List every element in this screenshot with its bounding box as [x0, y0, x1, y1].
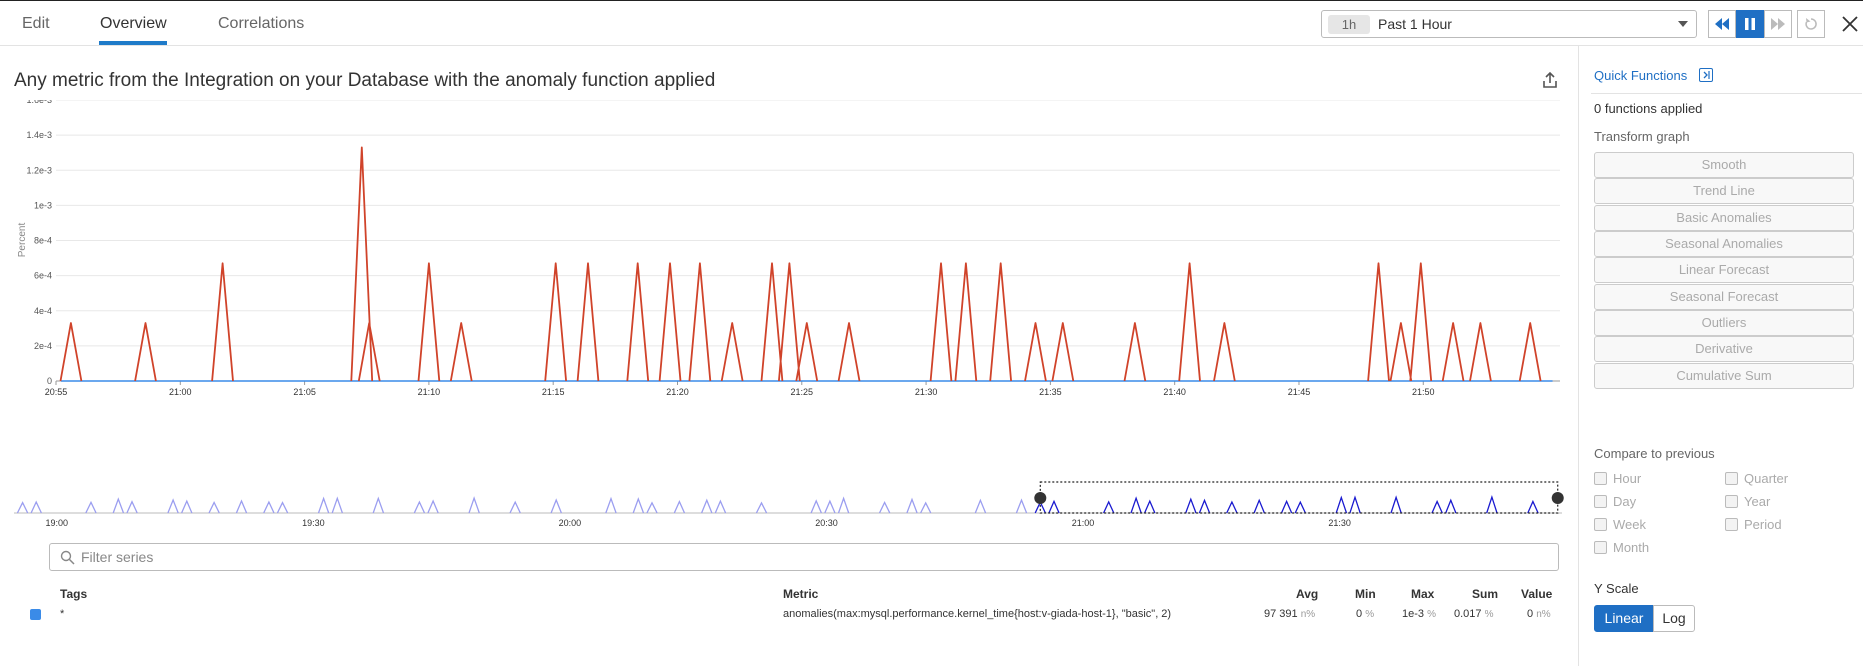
- x-tick-label: 21:25: [791, 387, 814, 397]
- compare-hour-checkbox[interactable]: Hour: [1594, 471, 1641, 486]
- outliers-button[interactable]: Outliers: [1594, 310, 1854, 336]
- compare-quarter-checkbox[interactable]: Quarter: [1725, 471, 1788, 486]
- x-tick-label: 21:00: [169, 387, 192, 397]
- rewind-icon: [1715, 18, 1729, 30]
- compare-to-previous-label: Compare to previous: [1594, 446, 1715, 461]
- y-tick-label: 8e-4: [34, 236, 52, 246]
- x-tick-label: 21:15: [542, 387, 565, 397]
- pause-icon: [1745, 18, 1755, 30]
- tab-correlations[interactable]: Correlations: [218, 15, 304, 33]
- series-value: 0 n%: [1527, 608, 1551, 620]
- x-tick-label: 21:20: [666, 387, 689, 397]
- overview-x-tick-label: 20:00: [559, 518, 582, 528]
- rewind-button[interactable]: [1708, 10, 1736, 38]
- column-header-metric: Metric: [783, 587, 819, 601]
- y-scale-log-button[interactable]: Log: [1653, 605, 1695, 632]
- y-tick-label: 1.6e-3: [26, 100, 52, 105]
- quick-functions-panel: Quick Functions 0 functions applied Tran…: [1578, 46, 1863, 666]
- x-tick-label: 21:10: [418, 387, 441, 397]
- x-tick-label: 20:55: [45, 387, 68, 397]
- y-scale-linear-button[interactable]: Linear: [1594, 605, 1654, 632]
- chevron-down-icon: [1678, 21, 1688, 27]
- quick-functions-title[interactable]: Quick Functions: [1594, 68, 1687, 83]
- overview-x-tick-label: 20:30: [815, 518, 838, 528]
- fast-forward-icon: [1771, 18, 1785, 30]
- fast-forward-button[interactable]: [1764, 10, 1792, 38]
- transform-graph-label: Transform graph: [1594, 129, 1690, 144]
- tab-edit[interactable]: Edit: [22, 15, 50, 33]
- series-tag: *: [60, 608, 65, 620]
- graph-title: Any metric from the Integration on your …: [14, 70, 716, 91]
- compare-year-checkbox[interactable]: Year: [1725, 494, 1770, 509]
- y-tick-label: 1e-3: [34, 200, 52, 210]
- overview-selection-window: [1039, 481, 1559, 514]
- time-range-label: Past 1 Hour: [1378, 16, 1452, 32]
- close-icon[interactable]: [1839, 13, 1861, 35]
- x-tick-label: 21:35: [1039, 387, 1062, 397]
- column-header-min: Min: [1355, 587, 1376, 601]
- main-chart[interactable]: 0 2e-4 4e-4 6e-4 8e-4 1e-3 1.2e-3 1.4e-3 1.6e-3 2…: [0, 100, 1570, 475]
- overview-x-tick-label: 19:00: [45, 518, 68, 528]
- y-tick-label: 4e-4: [34, 306, 52, 316]
- collapse-panel-icon[interactable]: [1699, 68, 1713, 82]
- filter-series-input[interactable]: [81, 546, 1481, 568]
- column-header-avg: Avg: [1296, 587, 1319, 601]
- compare-month-checkbox[interactable]: Month: [1594, 540, 1649, 555]
- reset-button[interactable]: [1797, 10, 1825, 38]
- overview-x-tick-label: 19:30: [302, 518, 325, 528]
- derivative-button[interactable]: Derivative: [1594, 336, 1854, 362]
- column-header-value: Value: [1521, 587, 1553, 601]
- functions-applied-count: 0 functions applied: [1594, 101, 1703, 116]
- cumulative-sum-button[interactable]: Cumulative Sum: [1594, 363, 1854, 389]
- compare-period-checkbox[interactable]: Period: [1725, 517, 1782, 532]
- y-axis-label: Percent: [17, 223, 28, 258]
- smooth-button[interactable]: Smooth: [1594, 152, 1854, 178]
- y-scale-label: Y Scale: [1594, 581, 1639, 596]
- x-tick-label: 21:50: [1412, 387, 1435, 397]
- column-header-tags: Tags: [60, 587, 88, 601]
- column-header-max: Max: [1411, 587, 1435, 601]
- series-color-swatch[interactable]: [30, 609, 41, 620]
- seasonal-anomalies-button[interactable]: Seasonal Anomalies: [1594, 231, 1854, 257]
- basic-anomalies-button[interactable]: Basic Anomalies: [1594, 205, 1854, 231]
- series-metric: anomalies(max:mysql.performance.kernel_t…: [783, 608, 1172, 620]
- y-tick-label: 6e-4: [34, 271, 52, 281]
- tab-overview[interactable]: Overview: [100, 15, 167, 33]
- linear-forecast-button[interactable]: Linear Forecast: [1594, 257, 1854, 283]
- x-tick-label: 21:05: [293, 387, 316, 397]
- filter-series-field[interactable]: [49, 543, 1559, 571]
- series-avg: 97 391 n%: [1264, 608, 1316, 620]
- compare-week-checkbox[interactable]: Week: [1594, 517, 1646, 532]
- top-bar: Edit Overview Correlations 1h Past 1 Hou…: [0, 0, 1863, 46]
- pause-button[interactable]: [1736, 10, 1764, 38]
- y-tick-label: 2e-4: [34, 341, 52, 351]
- y-tick-label: 0: [47, 376, 52, 386]
- y-tick-label: 1.4e-3: [26, 130, 52, 140]
- overview-chart[interactable]: 19:00 19:30 20:00 20:30 21:00 21:30: [0, 478, 1570, 533]
- overview-selected-series: [1034, 494, 1539, 514]
- x-tick-label: 21:30: [915, 387, 938, 397]
- selection-handle-right[interactable]: [1551, 492, 1564, 504]
- overview-x-tick-label: 21:30: [1328, 518, 1351, 528]
- x-tick-label: 21:45: [1288, 387, 1311, 397]
- x-tick-label: 21:40: [1163, 387, 1186, 397]
- trend-line-button[interactable]: Trend Line: [1594, 178, 1854, 204]
- divider: [1591, 93, 1862, 94]
- series-min: 0 %: [1356, 608, 1375, 620]
- overview-context-series: [16, 496, 1028, 514]
- time-range-picker[interactable]: 1h Past 1 Hour: [1321, 10, 1697, 38]
- series-max: 1e-3 %: [1402, 608, 1436, 620]
- compare-day-checkbox[interactable]: Day: [1594, 494, 1636, 509]
- refresh-icon: [1805, 18, 1817, 30]
- search-icon: [60, 550, 75, 565]
- seasonal-forecast-button[interactable]: Seasonal Forecast: [1594, 284, 1854, 310]
- series-sum: 0.017 %: [1454, 608, 1494, 620]
- selection-handle-left[interactable]: [1034, 492, 1047, 504]
- active-tab-indicator: [99, 41, 167, 45]
- export-icon[interactable]: [1540, 70, 1560, 90]
- column-header-sum: Sum: [1472, 587, 1499, 601]
- time-range-badge: 1h: [1328, 15, 1370, 34]
- overview-x-tick-label: 21:00: [1072, 518, 1095, 528]
- y-tick-label: 1.2e-3: [26, 165, 52, 175]
